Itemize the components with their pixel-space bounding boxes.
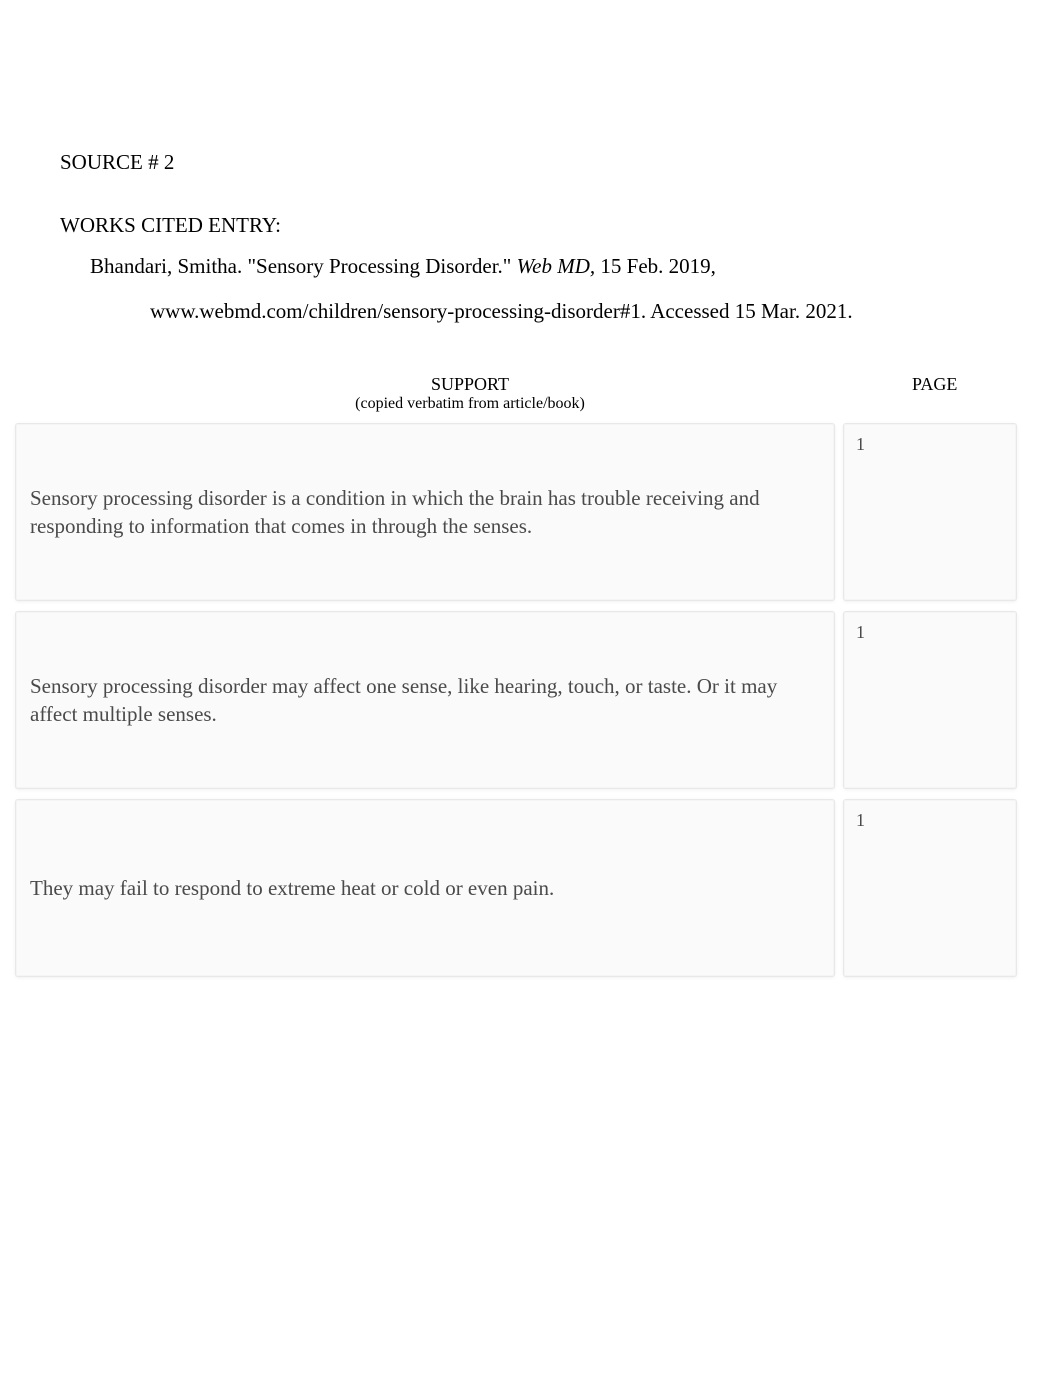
citation-date: 15 Feb. 2019, (600, 254, 716, 278)
table-header-row: SUPPORT (copied verbatim from article/bo… (60, 374, 1002, 413)
support-cell[interactable]: Sensory processing disorder may affect o… (15, 611, 835, 789)
notes-table: Sensory processing disorder is a conditi… (15, 423, 1017, 977)
support-column-header: SUPPORT (copied verbatim from article/bo… (60, 374, 880, 413)
support-header-text: SUPPORT (60, 374, 880, 395)
citation-line-2: www.webmd.com/children/sensory-processin… (150, 299, 1002, 324)
page-column-header: PAGE (880, 374, 1002, 413)
support-cell[interactable]: They may fail to respond to extreme heat… (15, 799, 835, 977)
table-row: They may fail to respond to extreme heat… (15, 799, 1017, 977)
table-row: Sensory processing disorder is a conditi… (15, 423, 1017, 601)
support-cell[interactable]: Sensory processing disorder is a conditi… (15, 423, 835, 601)
page-cell[interactable]: 1 (843, 423, 1017, 601)
citation-author-title: Bhandari, Smitha. "Sensory Processing Di… (90, 254, 517, 278)
source-number-label: SOURCE # 2 (60, 150, 1002, 175)
table-row: Sensory processing disorder may affect o… (15, 611, 1017, 789)
citation-line-1: Bhandari, Smitha. "Sensory Processing Di… (90, 254, 1002, 279)
citation-source-italic: Web MD, (517, 254, 601, 278)
support-subheader-text: (copied verbatim from article/book) (60, 395, 880, 413)
page-cell[interactable]: 1 (843, 611, 1017, 789)
works-cited-label: WORKS CITED ENTRY: (60, 213, 1002, 238)
page-cell[interactable]: 1 (843, 799, 1017, 977)
